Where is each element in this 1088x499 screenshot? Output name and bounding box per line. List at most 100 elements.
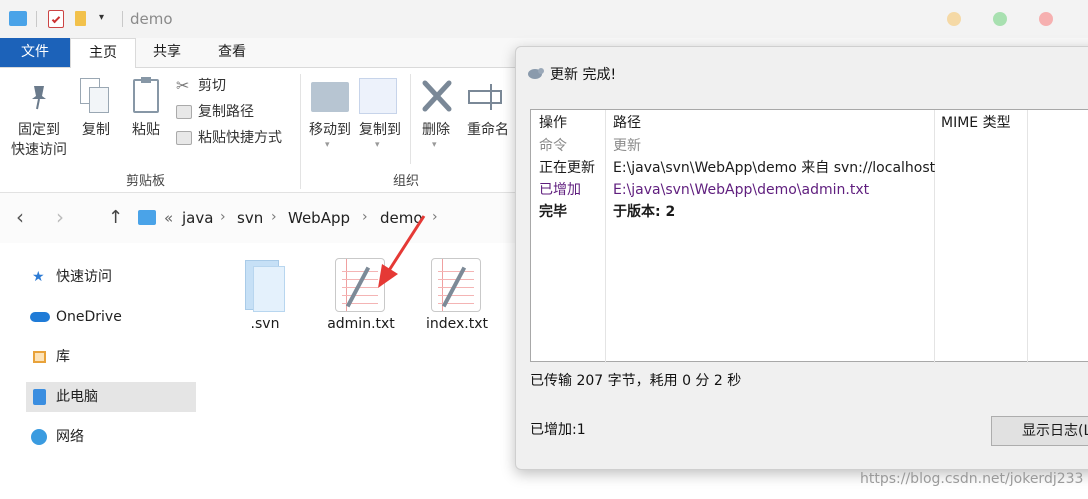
paste-shortcut-icon: [176, 131, 192, 145]
column-divider: [1027, 110, 1028, 363]
nav-onedrive[interactable]: OneDrive: [26, 302, 196, 332]
rename-button[interactable]: 重命名: [462, 78, 514, 158]
divider: [122, 11, 123, 27]
nav-label: 此电脑: [56, 389, 98, 405]
chevron-right-icon[interactable]: ›: [432, 209, 438, 225]
nav-label: OneDrive: [56, 309, 122, 325]
new-folder-icon[interactable]: [75, 11, 86, 26]
paste-shortcut-label: 粘贴快捷方式: [198, 130, 282, 146]
added-count: 已增加:1: [530, 422, 586, 438]
nav-this-pc[interactable]: 此电脑: [26, 382, 196, 412]
tab-file[interactable]: 文件: [0, 38, 70, 67]
move-to-label: 移动到: [309, 122, 351, 138]
delete-icon: [420, 78, 454, 114]
customize-dropdown-icon[interactable]: ▾: [99, 12, 104, 23]
group-divider: [300, 74, 301, 189]
rename-icon: [468, 84, 508, 110]
annotation-arrow: [378, 215, 426, 288]
chevron-down-icon: ▾: [325, 140, 330, 150]
file-name: index.txt: [425, 316, 488, 332]
rename-label: 重命名: [467, 122, 509, 138]
divider: [36, 11, 37, 27]
transfer-summary: 已传输 207 字节，耗用 0 分 2 秒: [530, 373, 742, 389]
update-dialog: 更新 完成! 操作 路径 MIME 类型 命令 更新 正在更新 E:\java\…: [515, 46, 1088, 470]
folder-icon: [9, 11, 27, 26]
network-icon: [31, 429, 47, 445]
row-action: 正在更新: [539, 160, 595, 176]
nav-label: 快速访问: [56, 269, 112, 285]
scissors-icon: ✂: [176, 76, 190, 95]
chevron-down-icon: ▾: [432, 140, 437, 150]
close-button[interactable]: [1039, 12, 1053, 26]
minimize-button[interactable]: [947, 12, 961, 26]
row-path: 于版本: 2: [613, 204, 676, 220]
group-divider: [410, 74, 411, 164]
breadcrumb-overflow[interactable]: «: [164, 209, 173, 227]
tab-home[interactable]: 主页: [70, 38, 136, 68]
nav-quick-access[interactable]: ★ 快速访问: [26, 262, 196, 292]
paste-label: 粘贴: [132, 122, 160, 138]
result-table[interactable]: 操作 路径 MIME 类型 命令 更新 正在更新 E:\java\svn\Web…: [530, 109, 1088, 363]
show-log-button[interactable]: 显示日志(L): [991, 416, 1088, 446]
copy-path-icon: [176, 105, 192, 119]
move-to-icon: [311, 82, 349, 112]
dialog-title: 更新 完成!: [550, 67, 617, 83]
pin-icon: [28, 84, 50, 110]
row-path: E:\java\svn\WebApp\demo 来自 svn://localho…: [613, 160, 936, 176]
maximize-button[interactable]: [993, 12, 1007, 26]
column-header[interactable]: 路径: [613, 112, 641, 134]
nav-network[interactable]: 网络: [26, 422, 196, 452]
file-list: .svn admin.txt index.txt: [210, 243, 510, 363]
navigation-pane: ★ 快速访问 OneDrive 库 此电脑 网络: [0, 243, 210, 499]
tortoise-icon: [526, 65, 544, 79]
tab-share[interactable]: 共享: [136, 38, 198, 67]
file-name: admin.txt: [327, 316, 395, 332]
move-to-button[interactable]: 移动到 ▾: [305, 78, 355, 158]
copy-to-label: 复制到: [359, 122, 401, 138]
copy-button[interactable]: 复制: [76, 78, 116, 148]
cut-label: 剪切: [198, 78, 226, 94]
copy-label: 复制: [82, 122, 110, 138]
nav-library[interactable]: 库: [26, 342, 196, 372]
file-name: .svn: [250, 316, 280, 332]
column-header[interactable]: 操作: [539, 112, 567, 134]
chevron-right-icon[interactable]: ›: [271, 209, 277, 225]
nav-label: 网络: [56, 429, 84, 445]
row-action: 已增加: [539, 182, 581, 198]
chevron-right-icon[interactable]: ›: [362, 209, 368, 225]
breadcrumb-item[interactable]: svn: [237, 209, 263, 227]
column-header[interactable]: MIME 类型: [941, 112, 1011, 134]
cloud-icon: [30, 312, 50, 322]
row-path: 更新: [613, 138, 641, 154]
column-divider: [934, 110, 935, 363]
organize-group-label: 组织: [393, 174, 420, 189]
clipboard-group-label: 剪贴板: [126, 174, 166, 189]
pin-quick-access-button[interactable]: 固定到 快速访问: [6, 78, 70, 168]
row-action: 命令: [539, 138, 567, 154]
tab-view[interactable]: 查看: [200, 38, 264, 67]
star-icon: ★: [32, 269, 45, 285]
column-divider: [605, 110, 606, 363]
delete-label: 删除: [422, 122, 450, 138]
copy-to-icon: [359, 78, 397, 114]
library-icon: [33, 351, 46, 363]
paste-button[interactable]: 粘贴: [126, 77, 166, 148]
breadcrumb-item[interactable]: WebApp: [288, 209, 350, 227]
copy-path-button[interactable]: 复制路径: [176, 102, 296, 124]
breadcrumb-item[interactable]: java: [182, 209, 213, 227]
pc-icon: [33, 389, 46, 405]
properties-icon[interactable]: [48, 10, 64, 28]
cut-button[interactable]: ✂ 剪切: [176, 76, 296, 98]
copy-to-button[interactable]: 复制到 ▾: [355, 78, 405, 158]
row-path: E:\java\svn\WebApp\demo\admin.txt: [613, 182, 870, 198]
paste-shortcut-button[interactable]: 粘贴快捷方式: [176, 128, 296, 150]
copy-path-label: 复制路径: [198, 104, 254, 120]
chevron-right-icon[interactable]: ›: [220, 209, 226, 225]
pin-label: 固定到 快速访问: [11, 122, 67, 158]
row-action: 完毕: [539, 204, 567, 220]
delete-button[interactable]: 删除 ▾: [416, 78, 456, 158]
title-bar: ▾ demo: [0, 0, 1088, 38]
watermark: https://blog.csdn.net/jokerdj233: [860, 471, 1084, 487]
window-title: demo: [130, 10, 173, 28]
copy-icon: [80, 78, 110, 114]
